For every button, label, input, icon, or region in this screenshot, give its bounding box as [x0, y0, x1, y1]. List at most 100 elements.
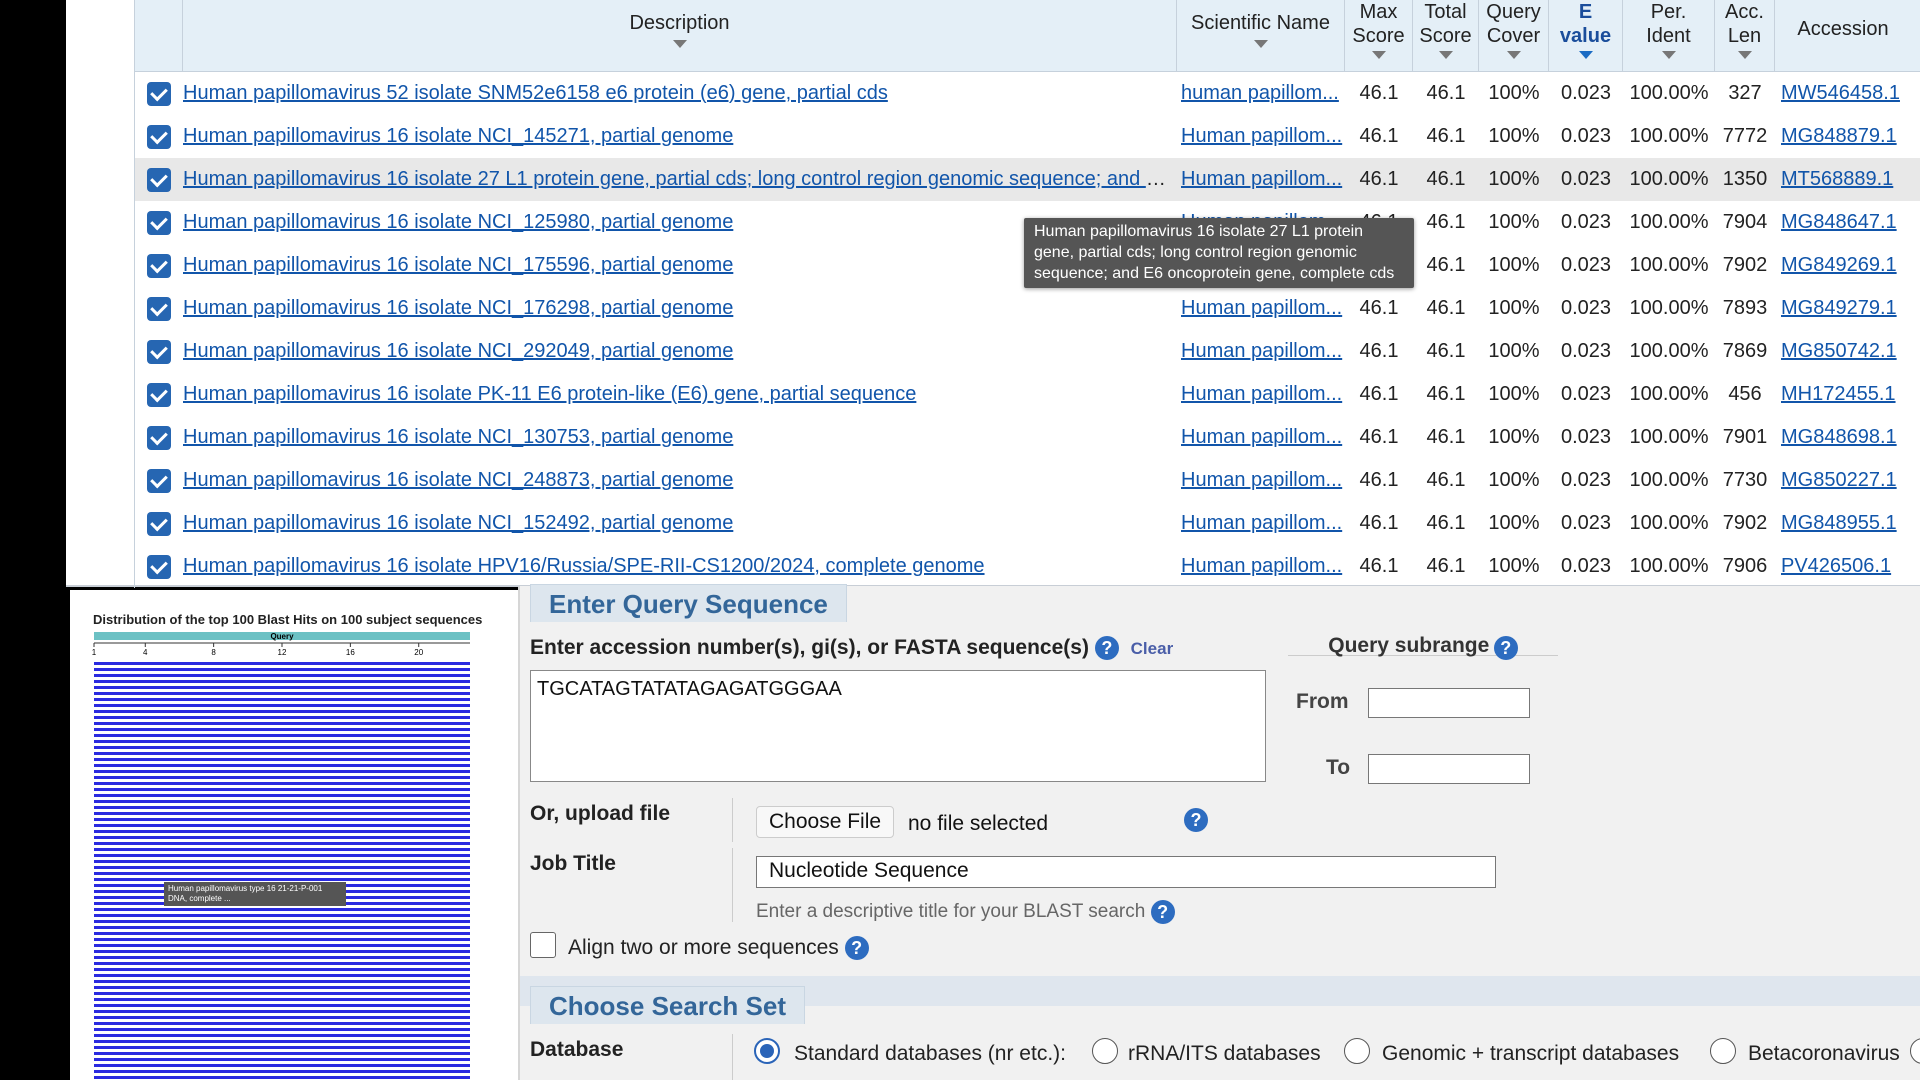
hit-bar[interactable]: [94, 770, 470, 773]
hit-bar[interactable]: [94, 824, 470, 827]
hit-bar[interactable]: [94, 932, 470, 935]
row-select-checkbox[interactable]: [147, 124, 171, 149]
hit-bar[interactable]: [94, 764, 470, 767]
hit-bar[interactable]: [94, 776, 470, 779]
description-link[interactable]: Human papillomavirus 16 isolate NCI_1259…: [183, 211, 733, 233]
choose-file-button[interactable]: Choose File: [756, 806, 895, 838]
hit-bar[interactable]: [94, 704, 470, 707]
hit-bar[interactable]: [94, 908, 470, 911]
help-icon[interactable]: ?: [844, 936, 869, 961]
row-select-checkbox[interactable]: [147, 425, 171, 450]
row-select-checkbox[interactable]: [147, 339, 171, 364]
hit-bar[interactable]: [94, 1016, 470, 1019]
header-accession[interactable]: Accession: [1775, 0, 1911, 71]
hit-bar[interactable]: [94, 866, 470, 869]
hit-bar[interactable]: [94, 842, 470, 845]
hit-bar[interactable]: [94, 728, 470, 731]
hit-bar[interactable]: [94, 836, 470, 839]
hit-bar[interactable]: [94, 674, 470, 677]
hit-bar[interactable]: [94, 1064, 470, 1067]
description-link[interactable]: Human papillomavirus 16 isolate NCI_1762…: [183, 297, 733, 319]
hit-bar[interactable]: [94, 830, 470, 833]
hit-bar[interactable]: [94, 962, 470, 965]
scientific-name-link[interactable]: Human papillom...: [1181, 469, 1342, 491]
accession-link[interactable]: MG848698.1: [1781, 426, 1897, 448]
description-link[interactable]: Human papillomavirus 16 isolate NCI_1452…: [183, 125, 733, 147]
hit-bar[interactable]: [94, 758, 470, 761]
scientific-name-link[interactable]: Human papillom...: [1181, 168, 1342, 190]
hit-bar[interactable]: [94, 722, 470, 725]
hit-bar[interactable]: [94, 782, 470, 785]
header-description[interactable]: Description: [183, 0, 1177, 71]
hit-bar[interactable]: [94, 1046, 470, 1049]
hit-bar[interactable]: [94, 710, 470, 713]
row-select-checkbox[interactable]: [147, 296, 171, 321]
accession-link[interactable]: MG849279.1: [1781, 297, 1897, 319]
hit-bar[interactable]: [94, 938, 470, 941]
hit-bar[interactable]: [94, 1028, 470, 1031]
hit-bar[interactable]: [94, 872, 470, 875]
db-radio-genomic[interactable]: [1344, 1038, 1370, 1064]
job-title-input[interactable]: Nucleotide Sequence: [756, 856, 1496, 888]
row-select-checkbox[interactable]: [147, 167, 171, 192]
distribution-graphic[interactable]: Query 1 4 8 12 16 20: [92, 630, 472, 1080]
description-link[interactable]: Human papillomavirus 16 isolate NCI_2920…: [183, 340, 733, 362]
hit-bar[interactable]: [94, 854, 470, 857]
accession-link[interactable]: MG850742.1: [1781, 340, 1897, 362]
hit-bar[interactable]: [94, 1058, 470, 1061]
row-select-checkbox[interactable]: [147, 253, 171, 278]
description-link[interactable]: Human papillomavirus 16 isolate NCI_1524…: [183, 512, 733, 534]
to-input[interactable]: [1368, 754, 1530, 784]
hit-bar[interactable]: [94, 1076, 470, 1079]
header-query-cover[interactable]: Query Cover: [1479, 0, 1549, 71]
hit-bar[interactable]: [94, 980, 470, 983]
row-select-checkbox[interactable]: [147, 382, 171, 407]
db-radio-standard[interactable]: [754, 1038, 780, 1064]
hit-bar[interactable]: [94, 800, 470, 803]
hit-bar[interactable]: [94, 1004, 470, 1007]
description-link[interactable]: Human papillomavirus 16 isolate PK-11 E6…: [183, 383, 916, 405]
row-select-checkbox[interactable]: [147, 511, 171, 536]
row-select-checkbox[interactable]: [147, 210, 171, 235]
hit-bar[interactable]: [94, 968, 470, 971]
description-link[interactable]: Human papillomavirus 16 isolate HPV16/Ru…: [183, 555, 985, 577]
hit-bar[interactable]: [94, 686, 470, 689]
help-icon[interactable]: ?: [1150, 900, 1175, 924]
scientific-name-link[interactable]: Human papillom...: [1181, 426, 1342, 448]
header-total-score[interactable]: Total Score: [1413, 0, 1479, 71]
hit-bar[interactable]: [94, 1052, 470, 1055]
accession-link[interactable]: MG849269.1: [1781, 254, 1897, 276]
hit-bar[interactable]: [94, 878, 470, 881]
header-acc-len[interactable]: Acc. Len: [1715, 0, 1775, 71]
hit-bar[interactable]: [94, 944, 470, 947]
accession-link[interactable]: MT568889.1: [1781, 168, 1893, 190]
hit-bar[interactable]: [94, 812, 470, 815]
help-icon[interactable]: ?: [1184, 808, 1208, 832]
hit-bar[interactable]: [94, 1034, 470, 1037]
hit-bar[interactable]: [94, 746, 470, 749]
scientific-name-link[interactable]: Human papillom...: [1181, 297, 1342, 319]
hit-bar[interactable]: [94, 992, 470, 995]
hit-bar[interactable]: [94, 794, 470, 797]
accession-link[interactable]: MG848955.1: [1781, 512, 1897, 534]
description-link[interactable]: Human papillomavirus 16 isolate 27 L1 pr…: [183, 168, 1176, 190]
header-per-ident[interactable]: Per. Ident: [1623, 0, 1715, 71]
row-select-checkbox[interactable]: [147, 81, 171, 106]
header-scientific-name[interactable]: Scientific Name: [1177, 0, 1345, 71]
db-radio-betacoronavirus[interactable]: [1710, 1038, 1736, 1064]
hit-bar[interactable]: [94, 788, 470, 791]
accession-link[interactable]: MG848879.1: [1781, 125, 1897, 147]
hit-bar[interactable]: [94, 1040, 470, 1043]
hit-bar[interactable]: [94, 860, 470, 863]
hit-bar[interactable]: [94, 848, 470, 851]
query-sequence-textarea[interactable]: TGCATAGTATATAGAGATGGGAA: [530, 670, 1266, 782]
align-sequences-checkbox[interactable]: [530, 932, 556, 958]
hit-bar[interactable]: [94, 920, 470, 923]
hit-bar[interactable]: [94, 986, 470, 989]
hit-bar[interactable]: [94, 818, 470, 821]
hit-bar[interactable]: [94, 950, 470, 953]
hit-bar[interactable]: [94, 698, 470, 701]
row-select-checkbox[interactable]: [147, 468, 171, 493]
scientific-name-link[interactable]: Human papillom...: [1181, 555, 1342, 577]
scientific-name-link[interactable]: Human papillom...: [1181, 340, 1342, 362]
